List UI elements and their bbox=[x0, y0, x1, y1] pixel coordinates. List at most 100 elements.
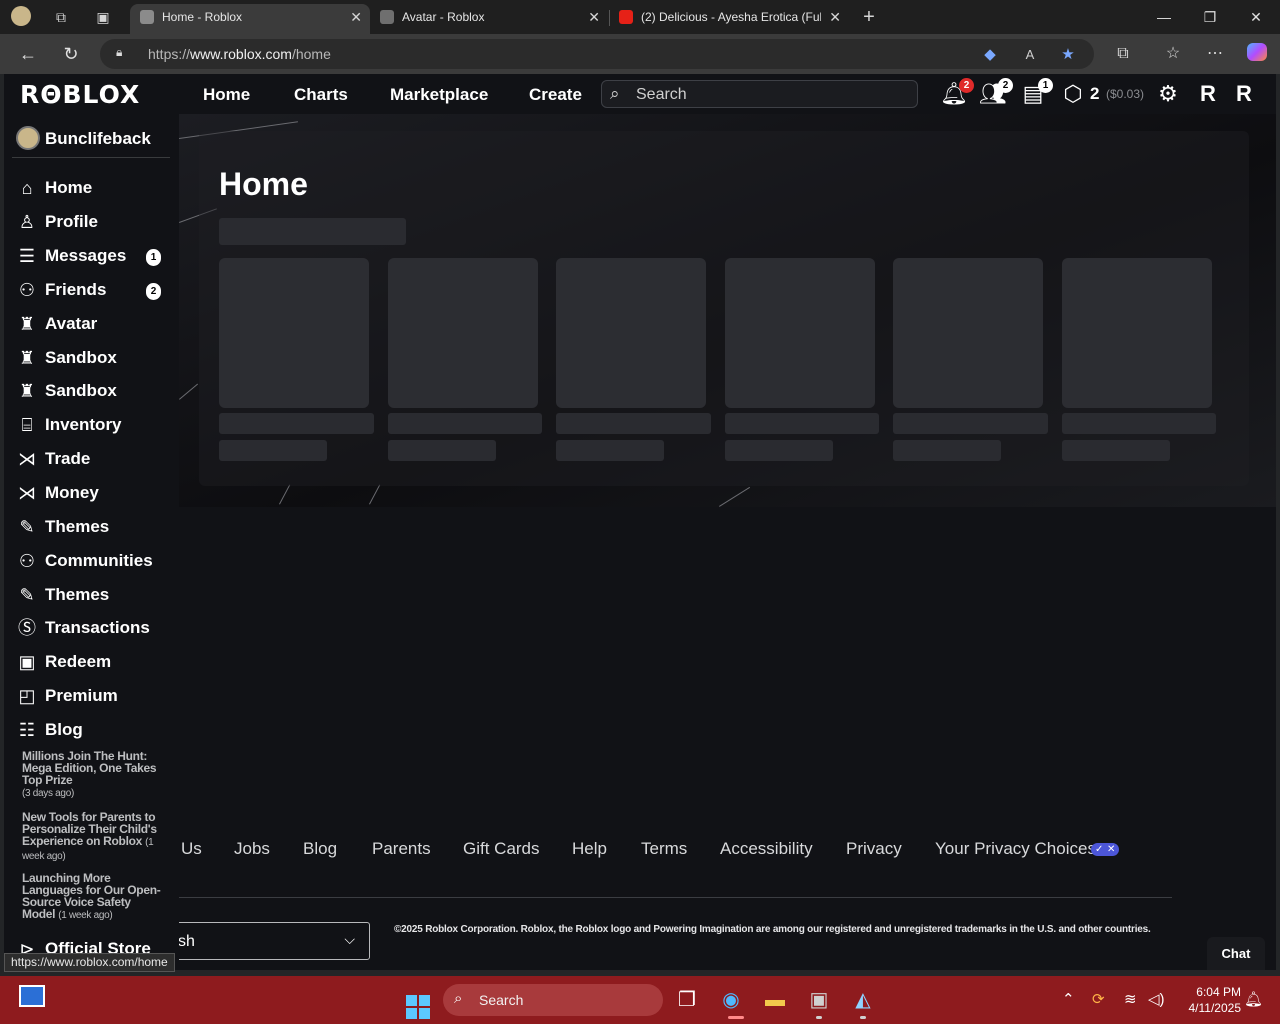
footer-link-accessibility[interactable]: Accessibility bbox=[720, 839, 813, 859]
sidebar-item-label: Sandbox bbox=[45, 381, 117, 400]
sidebar-item-label: Friends bbox=[45, 280, 107, 299]
friends-requests-icon[interactable]: 👥︎ 2 bbox=[979, 78, 1013, 108]
close-tab-icon[interactable]: ✕ bbox=[829, 4, 841, 30]
tile-title-placeholder bbox=[893, 413, 1048, 434]
ropro-extension-icon[interactable]: R bbox=[1194, 80, 1222, 108]
clock-date: 4/11/2025 bbox=[1188, 1001, 1242, 1015]
address-bar[interactable]: 🔒︎ https://www.roblox.com/home ◆ A ★ bbox=[100, 39, 1094, 69]
nav-charts[interactable]: Charts bbox=[294, 85, 348, 105]
widgets-icon[interactable] bbox=[17, 985, 47, 1015]
taskbar-clock[interactable]: 6:04 PM 4/11/2025 bbox=[1175, 984, 1242, 1016]
game-tile-placeholder bbox=[556, 258, 706, 408]
favorite-star-icon[interactable]: ★ bbox=[1058, 45, 1078, 65]
new-tab-plus-icon[interactable]: + bbox=[858, 6, 880, 28]
footer-link-parents[interactable]: Parents bbox=[372, 839, 431, 859]
ropro-extension-icon-2[interactable]: R bbox=[1230, 80, 1258, 108]
sidebar-item-inventory[interactable]: ⌸ Inventory bbox=[14, 410, 172, 440]
more-menu-icon[interactable]: ⋯ bbox=[1204, 43, 1226, 65]
home-icon: ⌂ bbox=[21, 178, 33, 198]
volume-icon[interactable]: ◁) bbox=[1148, 990, 1165, 1008]
sidebar-item-sandbox[interactable]: ♜ Sandbox bbox=[14, 343, 172, 373]
sidebar-item-themes-2[interactable]: ✎ Themes bbox=[14, 580, 172, 610]
close-tab-icon[interactable]: ✕ bbox=[350, 4, 362, 30]
restore-icon[interactable]: ❐ bbox=[1187, 4, 1233, 30]
sidebar-item-profile[interactable]: ♙ Profile bbox=[14, 207, 172, 237]
footer-link-gift-cards[interactable]: Gift Cards bbox=[463, 839, 540, 859]
search-placeholder: Search bbox=[636, 86, 687, 103]
chevron-up-icon[interactable]: ⌃ bbox=[1062, 990, 1075, 1008]
sidebar-item-redeem[interactable]: ▣ Redeem bbox=[14, 647, 172, 677]
sidebar-item-sandbox-2[interactable]: ♜ Sandbox bbox=[14, 376, 172, 406]
app-icon[interactable]: ▣ bbox=[804, 985, 834, 1015]
sidebar-item-transactions[interactable]: Ⓢ Transactions bbox=[14, 613, 172, 643]
sidebar-item-trade[interactable]: ⋊ Trade bbox=[14, 444, 172, 474]
privacy-choices-toggle-icon[interactable]: ✓ ✕ bbox=[1091, 843, 1119, 856]
profile-avatar-icon[interactable] bbox=[10, 6, 32, 28]
performance-monitor-icon[interactable]: ◭ bbox=[848, 985, 878, 1015]
refresh-icon[interactable]: ↻ bbox=[58, 42, 84, 66]
nav-home[interactable]: Home bbox=[203, 85, 250, 105]
tab-title: Avatar - Roblox bbox=[402, 10, 485, 24]
tile-title-placeholder bbox=[725, 413, 879, 434]
footer-link-privacy[interactable]: Privacy bbox=[846, 839, 902, 859]
language-select[interactable]: sh ⌵ bbox=[179, 922, 370, 960]
messages-icon[interactable]: ▤ 1 bbox=[1019, 78, 1053, 108]
coupon-tag-icon[interactable]: ◆ bbox=[980, 45, 1000, 65]
close-tab-icon[interactable]: ✕ bbox=[588, 4, 600, 30]
workspaces-icon[interactable]: ⧉ bbox=[50, 6, 72, 28]
tab-avatar-roblox[interactable]: Avatar - Roblox ✕ bbox=[370, 4, 608, 34]
blog-post-link[interactable]: New Tools for Parents to Personalize The… bbox=[22, 811, 162, 863]
sidebar-item-home[interactable]: ⌂ Home bbox=[14, 173, 172, 203]
sidebar-item-label: Themes bbox=[45, 517, 110, 536]
notifications-bell-icon[interactable]: 🔔︎ bbox=[1244, 990, 1263, 1008]
footer-link-jobs[interactable]: Jobs bbox=[234, 839, 270, 859]
url-text[interactable]: https://www.roblox.com/home bbox=[148, 46, 331, 62]
robux-balance[interactable]: 2 bbox=[1090, 84, 1099, 104]
extensions-icon[interactable]: ⧉ bbox=[1112, 43, 1134, 65]
sidebar-item-avatar[interactable]: ♜ Avatar bbox=[14, 309, 172, 339]
tab-youtube[interactable]: (2) Delicious - Ayesha Erotica (Full ✕ bbox=[609, 4, 849, 34]
sidebar-item-premium[interactable]: ◰ Premium bbox=[14, 681, 172, 711]
windows-start-icon[interactable] bbox=[403, 985, 433, 1019]
nav-marketplace[interactable]: Marketplace bbox=[390, 85, 488, 105]
sync-icon[interactable]: ⟳ bbox=[1092, 990, 1105, 1008]
sidebar-item-money[interactable]: ⋊ Money bbox=[14, 478, 172, 508]
tab-home-roblox[interactable]: Home - Roblox ✕ bbox=[130, 4, 370, 34]
sidebar-item-friends[interactable]: ⚇ Friends 2 bbox=[14, 275, 172, 305]
back-arrow-icon[interactable]: ← bbox=[15, 42, 41, 66]
roblox-logo[interactable]: RΘBLOX bbox=[20, 80, 140, 109]
settings-gear-icon[interactable]: ⚙ bbox=[1154, 80, 1182, 108]
minimize-icon[interactable]: — bbox=[1141, 4, 1187, 30]
footer-link-terms[interactable]: Terms bbox=[641, 839, 687, 859]
robux-icon[interactable]: ⬡ bbox=[1059, 80, 1087, 108]
nav-create[interactable]: Create bbox=[529, 85, 582, 105]
search-input[interactable]: ⌕ Search bbox=[601, 80, 918, 108]
footer-link-help[interactable]: Help bbox=[572, 839, 607, 859]
sidebar-item-themes[interactable]: ✎ Themes bbox=[14, 512, 172, 542]
footer-link-about-us[interactable]: Us bbox=[181, 839, 202, 859]
footer-link-privacy-choices[interactable]: Your Privacy Choices bbox=[935, 839, 1096, 859]
taskbar-search[interactable]: ⌕ Search bbox=[443, 984, 663, 1016]
main-content: Home Us Jobs Blog Parents Gift Cards Hel… bbox=[179, 114, 1276, 970]
notifications-bell-icon[interactable]: 🔔︎ 2 bbox=[940, 78, 974, 108]
sidebar-item-messages[interactable]: ☰ Messages 1 bbox=[14, 241, 172, 271]
game-tile-placeholder bbox=[725, 258, 875, 408]
footer-link-blog[interactable]: Blog bbox=[303, 839, 337, 859]
blog-post-link[interactable]: Launching More Languages for Our Open-So… bbox=[22, 872, 162, 922]
sidebar-item-label: Redeem bbox=[45, 652, 112, 671]
close-window-icon[interactable]: ✕ bbox=[1233, 4, 1279, 30]
task-view-icon[interactable]: ❐ bbox=[672, 985, 702, 1015]
favorites-icon[interactable]: ☆ bbox=[1162, 43, 1184, 65]
edge-browser-icon[interactable]: ◉ bbox=[716, 985, 746, 1015]
copilot-icon[interactable] bbox=[1246, 43, 1268, 65]
sidebar-item-blog[interactable]: ☷ Blog bbox=[14, 715, 172, 745]
lock-icon[interactable]: 🔒︎ bbox=[116, 45, 130, 63]
tab-actions-icon[interactable]: ▣ bbox=[92, 6, 114, 28]
themes-icon: ✎ bbox=[19, 517, 35, 537]
blog-post-link[interactable]: Millions Join The Hunt: Mega Edition, On… bbox=[22, 750, 162, 800]
file-explorer-icon[interactable]: ▬ bbox=[760, 985, 790, 1015]
wifi-icon[interactable]: ≋ bbox=[1124, 990, 1137, 1008]
sidebar-item-communities[interactable]: ⚇ Communities bbox=[14, 546, 172, 576]
read-aloud-icon[interactable]: A bbox=[1020, 45, 1040, 65]
chat-button[interactable]: Chat bbox=[1207, 937, 1265, 970]
